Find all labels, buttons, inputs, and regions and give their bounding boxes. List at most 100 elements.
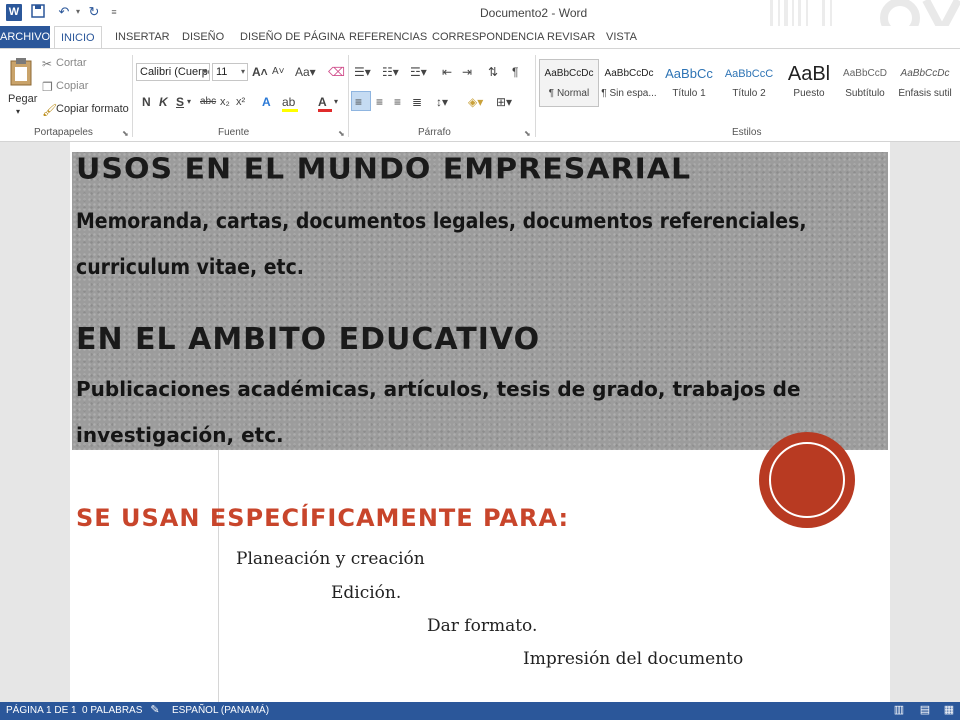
web-layout-icon[interactable]: ▦ [942,703,956,717]
align-left-icon: ≡ [355,95,363,109]
font-color-icon[interactable]: A [318,95,327,109]
highlight-color-swatch [282,109,298,112]
copy-icon: ❐ [42,80,53,94]
shading-icon[interactable]: ◈▾ [468,95,483,109]
font-family-value: Calibri (Cuerpo [140,66,210,78]
tab-diseno-pagina[interactable]: DISEÑO DE PÁGINA [234,26,351,48]
font-family-select[interactable]: Calibri (Cuerpo ▾ [136,63,210,81]
paste-dropdown-icon: ▾ [16,107,21,116]
word-count[interactable]: 0 PALABRAS [82,702,142,720]
style-sample: AaBl [787,63,831,85]
increase-indent-icon[interactable]: ⇥ [462,65,472,79]
font-color-dropdown-icon[interactable]: ▾ [334,95,338,109]
justify-icon[interactable]: ≣ [412,95,422,109]
numbering-icon[interactable]: ☷▾ [382,65,399,79]
paragraph-business-uses: Memoranda, cartas, documentos legales, d… [76,209,807,279]
style-sample: AaBbCcDc [604,68,654,79]
style-title[interactable]: AaBl Puesto [779,59,839,107]
paragraph-group-label: Párrafo [418,127,451,138]
format-painter-button[interactable]: Copiar formato [56,103,129,115]
tab-archivo[interactable]: ARCHIVO [0,26,50,48]
tab-inicio[interactable]: INICIO [54,26,102,48]
align-right-icon[interactable]: ≡ [394,95,401,109]
group-separator [348,55,349,137]
proofing-icon[interactable]: ✎ [148,703,162,717]
paste-button[interactable]: Pegar ▾ [6,57,37,121]
style-name: ¶ Normal [548,88,590,99]
strikethrough-icon[interactable]: abc [200,95,216,109]
show-marks-icon[interactable]: ¶ [512,65,518,79]
customize-icon[interactable]: ≡ [106,4,122,20]
align-center-icon[interactable]: ≡ [376,95,383,109]
underline-dropdown-icon[interactable]: ▾ [187,95,191,109]
style-name: Puesto [793,88,825,99]
tab-diseno[interactable]: DISEÑO [176,26,230,48]
superscript-icon[interactable]: x² [236,95,245,109]
clipboard-icon [10,58,32,86]
group-separator [132,55,133,137]
clear-formatting-icon[interactable]: ⌫ [328,65,345,79]
line-spacing-icon[interactable]: ↕▾ [436,95,448,109]
list-item: Dar formato. [427,616,538,636]
bullets-icon[interactable]: ☰▾ [354,65,371,79]
decrease-indent-icon[interactable]: ⇤ [442,65,452,79]
shrink-font-icon[interactable]: A˅ [272,65,285,79]
heading-specific-uses: Se usan específicamente para: [76,504,570,532]
borders-icon[interactable]: ⊞▾ [496,95,512,109]
style-name: Título 1 [672,88,706,99]
redo-icon[interactable]: ↻ [86,4,102,20]
format-painter-icon: 🖌 [42,103,58,117]
sort-icon[interactable]: ⇅ [488,65,498,79]
style-normal[interactable]: AaBbCcDc ¶ Normal [539,59,599,107]
tab-correspondencia[interactable]: CORRESPONDENCIA [426,26,550,48]
ribbon: Pegar ▾ ✂ Cortar ❐ Copiar 🖌 Copiar forma… [0,48,960,142]
multilevel-list-icon[interactable]: ☲▾ [410,65,427,79]
tab-referencias[interactable]: REFERENCIAS [343,26,433,48]
language[interactable]: ESPAÑOL (PANAMÁ) [172,702,269,720]
style-sample: AaBbCc [665,66,713,81]
print-layout-icon[interactable]: ▤ [918,703,932,717]
chevron-down-icon: ▾ [202,67,207,76]
style-no-spacing[interactable]: AaBbCcDc ¶ Sin espa... [599,59,659,107]
bold-icon[interactable]: N [142,95,151,109]
style-heading-1[interactable]: AaBbCc Título 1 [659,59,719,107]
style-name: Subtítulo [845,88,885,99]
highlight-icon[interactable]: ab [282,95,295,109]
seal-ring [769,442,845,518]
style-name: Título 2 [732,88,766,99]
read-mode-icon[interactable]: ▥ [892,703,906,717]
style-sample: AaBbCcC [724,68,774,80]
tab-revisar[interactable]: REVISAR [541,26,601,48]
undo-dropdown-icon[interactable]: ▾ [70,4,86,20]
italic-icon[interactable]: K [159,95,168,109]
word-icon[interactable]: W [6,4,22,21]
paragraph-launcher-icon[interactable]: ⬊ [524,129,531,138]
style-subtle-emphasis[interactable]: AaBbCcDc Énfasis sutil [895,59,955,107]
font-size-select[interactable]: 11 ▾ [212,63,248,81]
underline-icon[interactable]: S [176,95,184,109]
style-heading-2[interactable]: AaBbCcC Título 2 [719,59,779,107]
font-launcher-icon[interactable]: ⬊ [338,129,345,138]
style-sample: AaBbCcD [843,68,887,79]
title-bar: W ↶ ▾ ↻ ≡ Documento2 - Word [0,0,960,42]
cut-button[interactable]: Cortar [56,57,87,69]
copy-button[interactable]: Copiar [56,80,88,92]
text-effects-icon[interactable]: A [262,95,271,109]
window-title: Documento2 - Word [480,6,588,20]
clipboard-launcher-icon[interactable]: ⬊ [122,129,129,138]
style-subtitle[interactable]: AaBbCcD Subtítulo [835,59,895,107]
heading-education: En el ambito educativo [76,322,541,357]
page-count[interactable]: PÁGINA 1 DE 1 [6,702,77,720]
style-name: Énfasis sutil [898,88,952,99]
status-bar: PÁGINA 1 DE 1 0 PALABRAS ✎ ESPAÑOL (PANA… [0,702,960,720]
subscript-icon[interactable]: x₂ [220,95,230,109]
grow-font-icon[interactable]: A˄ [252,65,268,79]
paragraph-education: Publicaciones académicas, artículos, tes… [76,377,801,447]
tab-vista[interactable]: VISTA [600,26,643,48]
margin-guide [218,442,219,702]
change-case-icon[interactable]: Aa▾ [295,65,316,79]
style-sample: AaBbCcDc [900,68,950,79]
tab-insertar[interactable]: INSERTAR [109,26,176,48]
font-group-label: Fuente [218,127,250,138]
save-icon[interactable] [30,4,46,20]
